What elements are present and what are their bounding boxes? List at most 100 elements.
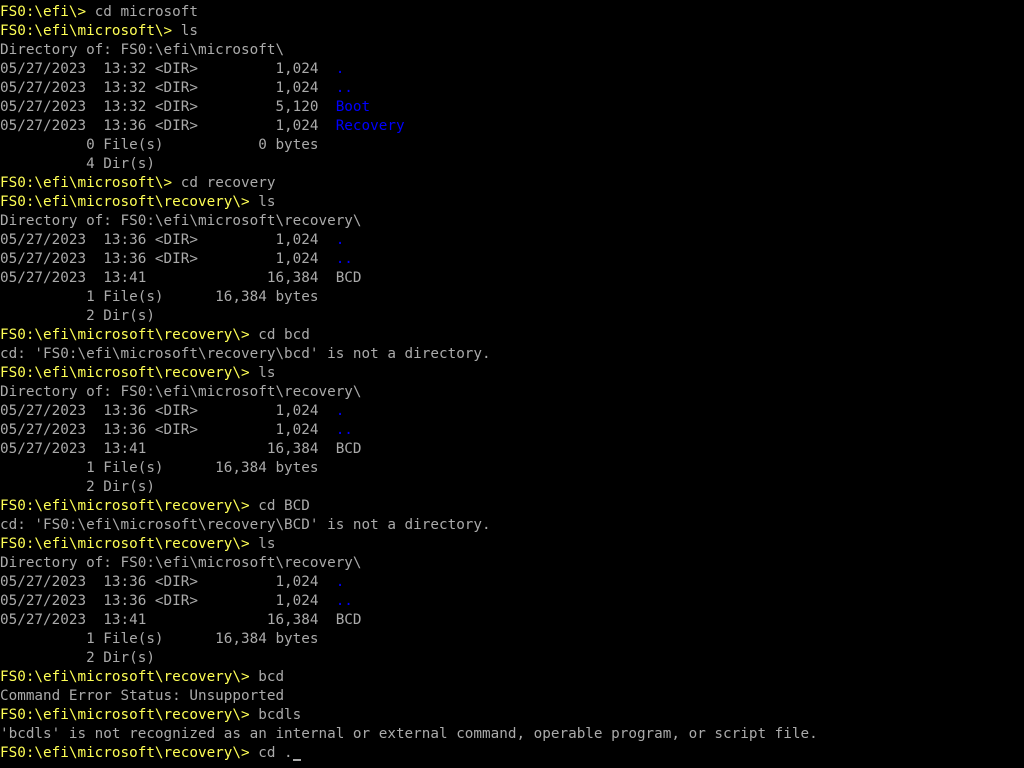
output-line: 0 File(s) 0 bytes bbox=[0, 136, 1024, 155]
file-name: BCD bbox=[335, 612, 362, 628]
command-text: ls bbox=[258, 365, 276, 381]
command-line: FS0:\efi\microsoft\recovery\> ls bbox=[0, 535, 1024, 554]
output-text: 2 Dir(s) bbox=[0, 479, 155, 495]
output-line: 1 File(s) 16,384 bytes bbox=[0, 288, 1024, 307]
command-line: FS0:\efi\microsoft\recovery\> ls bbox=[0, 193, 1024, 212]
shell-prompt: FS0:\efi\microsoft\recovery\> bbox=[0, 745, 259, 761]
output-text: 1 File(s) 16,384 bytes bbox=[0, 631, 319, 647]
entry-info: 05/27/2023 13:41 16,384 bbox=[0, 612, 336, 628]
command-line: FS0:\efi\microsoft\> cd recovery bbox=[0, 174, 1024, 193]
command-input-line[interactable]: FS0:\efi\microsoft\recovery\> cd . bbox=[0, 744, 1024, 763]
directory-entry: 05/27/2023 13:36 <DIR> 1,024 . bbox=[0, 231, 1024, 250]
entry-info: 05/27/2023 13:32 <DIR> 1,024 bbox=[0, 61, 336, 77]
entry-info: 05/27/2023 13:36 <DIR> 1,024 bbox=[0, 118, 336, 134]
directory-name: .. bbox=[335, 593, 353, 609]
directory-entry: 05/27/2023 13:36 <DIR> 1,024 . bbox=[0, 573, 1024, 592]
output-text: 1 File(s) 16,384 bytes bbox=[0, 289, 319, 305]
output-text: Directory of: FS0:\efi\microsoft\recover… bbox=[0, 384, 362, 400]
command-input[interactable]: cd . bbox=[258, 745, 292, 761]
output-text: 'bcdls' is not recognized as an internal… bbox=[0, 726, 818, 742]
output-line: Command Error Status: Unsupported bbox=[0, 687, 1024, 706]
directory-name: Boot bbox=[335, 99, 371, 115]
shell-prompt: FS0:\efi\> bbox=[0, 4, 95, 20]
command-text: cd recovery bbox=[180, 175, 276, 191]
output-line: 4 Dir(s) bbox=[0, 155, 1024, 174]
directory-name: . bbox=[335, 403, 345, 419]
output-text: 0 File(s) 0 bytes bbox=[0, 137, 319, 153]
command-text: ls bbox=[258, 536, 276, 552]
entry-info: 05/27/2023 13:32 <DIR> 5,120 bbox=[0, 99, 336, 115]
directory-name: . bbox=[335, 61, 345, 77]
directory-name: Recovery bbox=[335, 118, 405, 134]
entry-info: 05/27/2023 13:41 16,384 bbox=[0, 441, 336, 457]
output-line: 2 Dir(s) bbox=[0, 649, 1024, 668]
directory-entry: 05/27/2023 13:41 16,384 BCD bbox=[0, 611, 1024, 630]
output-line: 'bcdls' is not recognized as an internal… bbox=[0, 725, 1024, 744]
directory-entry: 05/27/2023 13:32 <DIR> 1,024 . bbox=[0, 60, 1024, 79]
command-line: FS0:\efi\microsoft\> ls bbox=[0, 22, 1024, 41]
entry-info: 05/27/2023 13:41 16,384 bbox=[0, 270, 336, 286]
file-name: BCD bbox=[335, 270, 362, 286]
directory-entry: 05/27/2023 13:36 <DIR> 1,024 . bbox=[0, 402, 1024, 421]
output-text: cd: 'FS0:\efi\microsoft\recovery\BCD' is… bbox=[0, 517, 491, 533]
directory-entry: 05/27/2023 13:32 <DIR> 1,024 .. bbox=[0, 79, 1024, 98]
entry-info: 05/27/2023 13:36 <DIR> 1,024 bbox=[0, 232, 336, 248]
entry-info: 05/27/2023 13:36 <DIR> 1,024 bbox=[0, 422, 336, 438]
directory-name: .. bbox=[335, 80, 353, 96]
entry-info: 05/27/2023 13:36 <DIR> 1,024 bbox=[0, 403, 336, 419]
output-line: cd: 'FS0:\efi\microsoft\recovery\BCD' is… bbox=[0, 516, 1024, 535]
entry-info: 05/27/2023 13:36 <DIR> 1,024 bbox=[0, 593, 336, 609]
output-line: 2 Dir(s) bbox=[0, 307, 1024, 326]
shell-prompt: FS0:\efi\microsoft\> bbox=[0, 23, 181, 39]
shell-prompt: FS0:\efi\microsoft\recovery\> bbox=[0, 365, 259, 381]
command-line: FS0:\efi\microsoft\recovery\> bcdls bbox=[0, 706, 1024, 725]
shell-prompt: FS0:\efi\microsoft\recovery\> bbox=[0, 669, 259, 685]
output-line: 1 File(s) 16,384 bytes bbox=[0, 459, 1024, 478]
output-text: Directory of: FS0:\efi\microsoft\ bbox=[0, 42, 285, 58]
command-text: ls bbox=[258, 194, 276, 210]
text-cursor bbox=[292, 759, 301, 761]
shell-prompt: FS0:\efi\microsoft\> bbox=[0, 175, 181, 191]
directory-entry: 05/27/2023 13:36 <DIR> 1,024 Recovery bbox=[0, 117, 1024, 136]
output-line: cd: 'FS0:\efi\microsoft\recovery\bcd' is… bbox=[0, 345, 1024, 364]
command-text: cd bcd bbox=[258, 327, 310, 343]
shell-prompt: FS0:\efi\microsoft\recovery\> bbox=[0, 498, 259, 514]
directory-name: .. bbox=[335, 422, 353, 438]
directory-entry: 05/27/2023 13:41 16,384 BCD bbox=[0, 440, 1024, 459]
output-line: 1 File(s) 16,384 bytes bbox=[0, 630, 1024, 649]
output-text: Command Error Status: Unsupported bbox=[0, 688, 285, 704]
output-text: 2 Dir(s) bbox=[0, 308, 155, 324]
file-name: BCD bbox=[335, 441, 362, 457]
directory-entry: 05/27/2023 13:36 <DIR> 1,024 .. bbox=[0, 250, 1024, 269]
output-line: Directory of: FS0:\efi\microsoft\recover… bbox=[0, 212, 1024, 231]
directory-name: . bbox=[335, 232, 345, 248]
command-line: FS0:\efi\microsoft\recovery\> cd BCD bbox=[0, 497, 1024, 516]
shell-prompt: FS0:\efi\microsoft\recovery\> bbox=[0, 707, 259, 723]
output-text: Directory of: FS0:\efi\microsoft\recover… bbox=[0, 555, 362, 571]
shell-prompt: FS0:\efi\microsoft\recovery\> bbox=[0, 536, 259, 552]
output-line: Directory of: FS0:\efi\microsoft\ bbox=[0, 41, 1024, 60]
command-text: ls bbox=[180, 23, 198, 39]
command-text: bcd bbox=[258, 669, 285, 685]
command-line: FS0:\efi\microsoft\recovery\> cd bcd bbox=[0, 326, 1024, 345]
command-text: cd microsoft bbox=[94, 4, 198, 20]
output-line: Directory of: FS0:\efi\microsoft\recover… bbox=[0, 554, 1024, 573]
uefi-shell-terminal[interactable]: FS0:\efi\> cd microsoft FS0:\efi\microsof… bbox=[0, 3, 1024, 768]
output-text: Directory of: FS0:\efi\microsoft\recover… bbox=[0, 213, 362, 229]
output-text: 4 Dir(s) bbox=[0, 156, 155, 172]
shell-prompt: FS0:\efi\microsoft\recovery\> bbox=[0, 194, 259, 210]
command-line: FS0:\efi\> cd microsoft bbox=[0, 3, 1024, 22]
entry-info: 05/27/2023 13:32 <DIR> 1,024 bbox=[0, 80, 336, 96]
command-line: FS0:\efi\microsoft\recovery\> bcd bbox=[0, 668, 1024, 687]
entry-info: 05/27/2023 13:36 <DIR> 1,024 bbox=[0, 251, 336, 267]
directory-entry: 05/27/2023 13:41 16,384 BCD bbox=[0, 269, 1024, 288]
output-line: 2 Dir(s) bbox=[0, 478, 1024, 497]
command-text: bcdls bbox=[258, 707, 302, 723]
output-text: cd: 'FS0:\efi\microsoft\recovery\bcd' is… bbox=[0, 346, 491, 362]
directory-entry: 05/27/2023 13:36 <DIR> 1,024 .. bbox=[0, 592, 1024, 611]
directory-entry: 05/27/2023 13:32 <DIR> 5,120 Boot bbox=[0, 98, 1024, 117]
directory-name: . bbox=[335, 574, 345, 590]
output-text: 1 File(s) 16,384 bytes bbox=[0, 460, 319, 476]
shell-prompt: FS0:\efi\microsoft\recovery\> bbox=[0, 327, 259, 343]
output-line: Directory of: FS0:\efi\microsoft\recover… bbox=[0, 383, 1024, 402]
